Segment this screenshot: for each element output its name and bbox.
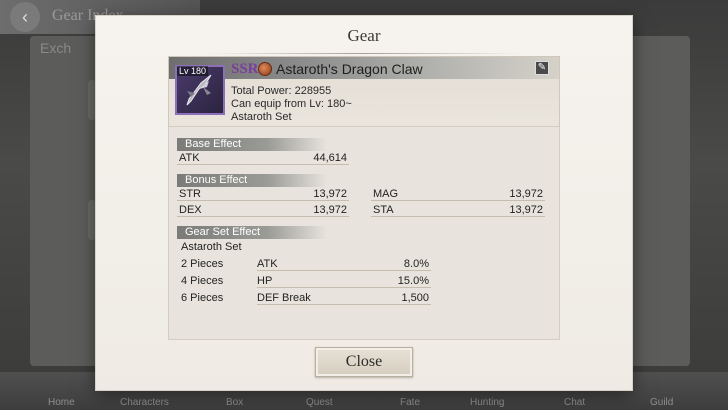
rarity-label: SSR [231,61,259,77]
stat-row-atk: ATK 44,614 [177,152,349,165]
background-list-item [88,200,96,240]
title-divider [206,53,522,54]
item-name: Astaroth's Dragon Claw [276,61,423,77]
nav-hunting[interactable]: Hunting [470,397,504,408]
set-name: Astaroth Set [231,111,292,123]
edit-icon[interactable]: ✎ [535,61,549,75]
background-tab: Exch [40,40,72,56]
close-button[interactable]: Close [315,347,413,377]
nav-box[interactable]: Box [226,397,243,408]
set-stat-key: ATK [257,258,278,270]
stat-value: 13,972 [509,204,543,216]
stat-row-mag: MAG 13,972 [371,188,545,201]
set-stat-key: DEF Break [257,292,311,304]
equip-level: Can equip from Lv: 180~ [231,98,352,110]
gear-dialog: Gear Lv 180 SSR Astaroth's Dragon Claw ✎… [96,16,632,390]
gear-set-effect-header: Gear Set Effect [177,226,327,239]
stat-key: STR [179,188,201,200]
set-stat-key: HP [257,275,273,287]
total-power: Total Power: 228955 [231,85,332,97]
stat-row-dex: DEX 13,972 [177,204,349,217]
stat-value: 13,972 [313,204,347,216]
stat-row-str: STR 13,972 [177,188,349,201]
stat-key: ATK [179,152,200,164]
background-list-item [88,80,96,120]
set-stat-value: 8.0% [403,258,429,270]
element-icon [258,62,272,76]
set-stat-value: 15.0% [397,275,429,287]
gear-set-name: Astaroth Set [181,241,242,253]
nav-chat[interactable]: Chat [564,397,585,408]
set-bonus-row: 6 Pieces DEF Break 1,500 [181,292,431,305]
stat-key: MAG [373,188,399,200]
set-pieces: 4 Pieces [181,275,224,287]
back-icon[interactable]: ‹ [10,2,40,32]
dialog-title: Gear [347,26,381,45]
set-pieces: 6 Pieces [181,292,224,304]
nav-guild[interactable]: Guild [650,397,673,408]
stat-key: DEX [179,204,202,216]
set-bonus-row: 4 Pieces HP 15.0% [181,275,431,288]
nav-quest[interactable]: Quest [306,397,333,408]
nav-characters[interactable]: Characters [120,397,169,408]
set-bonus-row: 2 Pieces ATK 8.0% [181,258,431,271]
set-stat-value: 1,500 [401,292,429,304]
stat-value: 13,972 [313,188,347,200]
base-effect-header: Base Effect [177,138,327,151]
set-pieces: 2 Pieces [181,258,224,270]
effects-panel: Base Effect ATK 44,614 Bonus Effect STR … [168,126,560,340]
level-badge: Lv 180 [177,66,209,76]
bonus-effect-header: Bonus Effect [177,174,327,187]
stat-key: STA [373,204,394,216]
nav-home[interactable]: Home [48,397,75,408]
stat-value: 44,614 [313,152,347,164]
stat-value: 13,972 [509,188,543,200]
nav-fate[interactable]: Fate [400,397,420,408]
stat-row-sta: STA 13,972 [371,204,545,217]
